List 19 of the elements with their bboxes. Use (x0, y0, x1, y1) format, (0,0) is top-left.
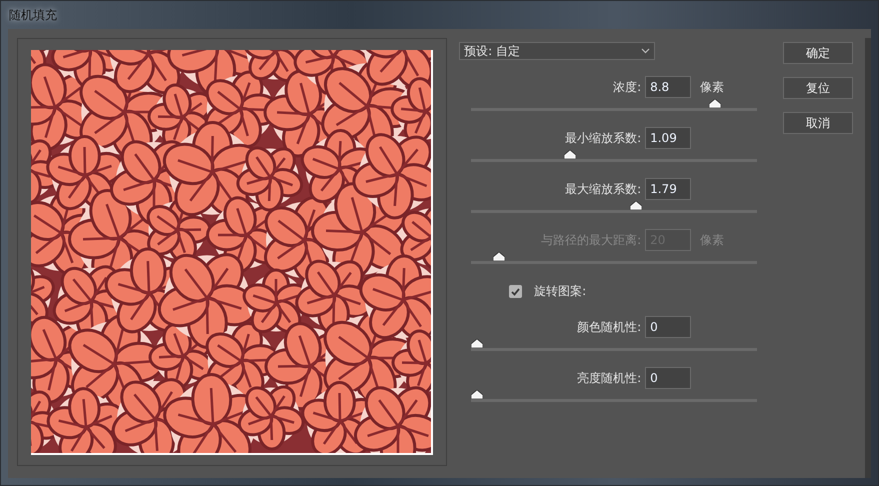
field-label: 最小缩放系数: (564, 130, 642, 146)
chevron-down-icon (641, 48, 650, 54)
preset-dropdown[interactable]: 预设: 自定 (459, 42, 656, 60)
checkbox[interactable] (509, 285, 522, 298)
dialog-button[interactable]: 复位 (783, 77, 854, 99)
number-field[interactable]: 1.09 (645, 127, 692, 149)
dialog-button[interactable]: 取消 (783, 112, 854, 134)
field-label: 浓度: (612, 78, 642, 96)
dialog-button[interactable]: 确定 (783, 42, 854, 64)
number-field[interactable]: 0 (645, 367, 692, 389)
field-label: 亮度随机性: (576, 370, 642, 386)
number-field[interactable]: 1.79 (645, 178, 692, 200)
unit-label: 像素 (700, 78, 724, 96)
window-title: 随机填充 (9, 6, 57, 24)
field-label: 颜色随机性: (576, 318, 642, 336)
field-label: 最大缩放系数: (564, 180, 642, 198)
number-field[interactable]: 0 (645, 316, 692, 338)
checkbox-label: 旋转图案: (534, 283, 586, 300)
number-field[interactable]: 8.8 (645, 76, 692, 98)
